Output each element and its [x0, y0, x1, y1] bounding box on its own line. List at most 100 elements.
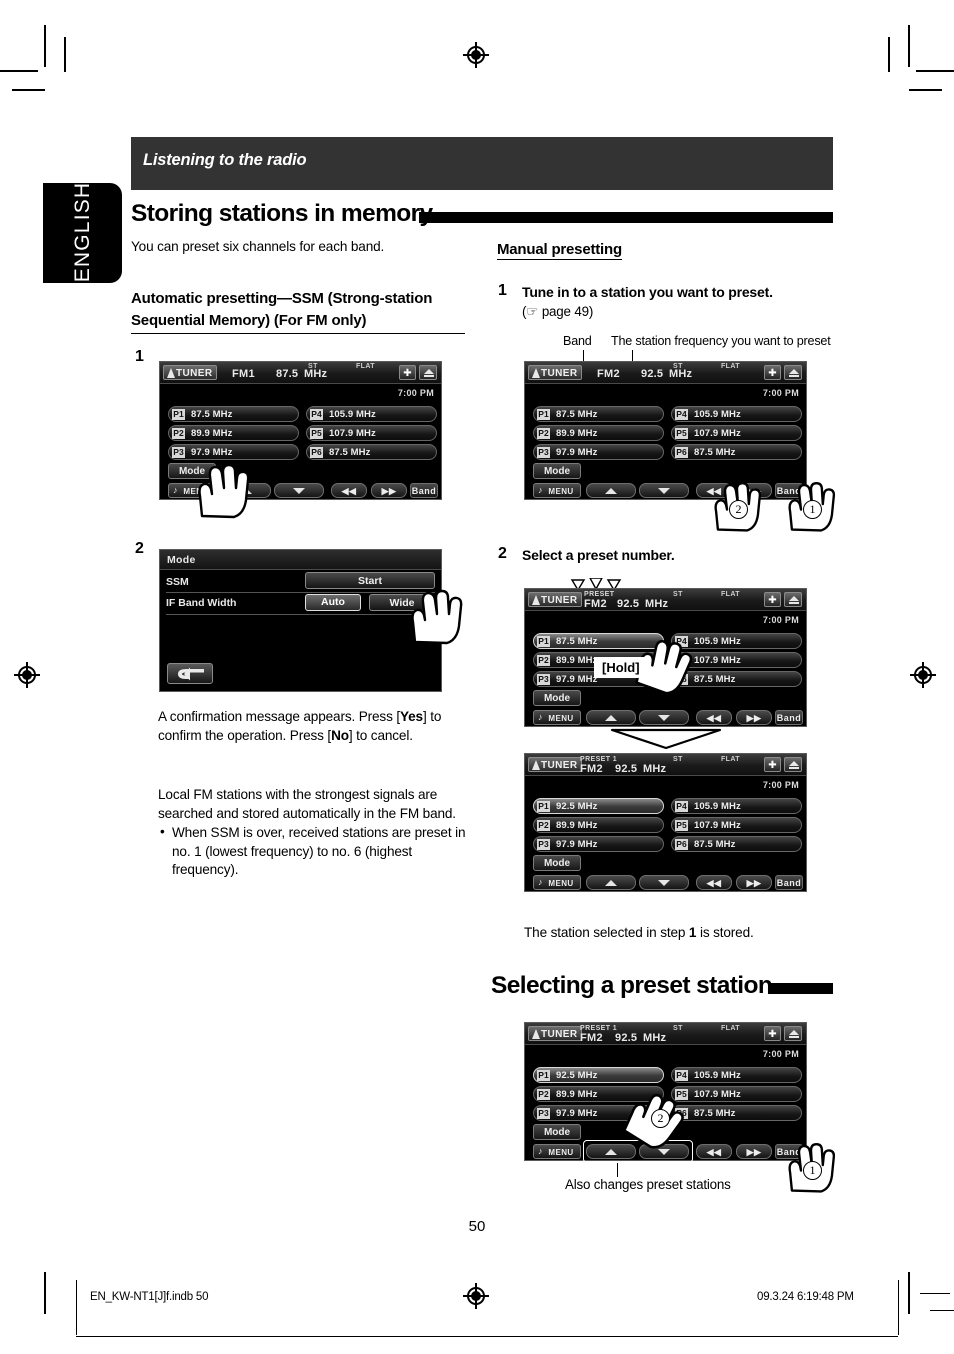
eject-icon[interactable]: [784, 592, 802, 607]
preset-button[interactable]: P5 107.9 MHz: [671, 1086, 802, 1102]
antenna-icon: [532, 368, 540, 378]
preset-button[interactable]: P4 105.9 MHz: [671, 1067, 802, 1083]
preset-down-button[interactable]: [639, 483, 689, 498]
up-triangle-icon: [605, 1148, 617, 1155]
preset-button[interactable]: P3 97.9 MHz: [533, 836, 664, 852]
confirmation-note-a: A confirmation message appears. Press [: [158, 709, 400, 724]
bluetooth-icon[interactable]: ✚: [764, 592, 781, 607]
clock-label: 7:00 PM: [762, 388, 799, 398]
preset-button[interactable]: P1 87.5 MHz: [533, 406, 664, 422]
seek-next-button[interactable]: ▶▶: [736, 710, 772, 725]
stereo-indicator: ST: [673, 363, 683, 370]
eject-icon[interactable]: [784, 1026, 802, 1041]
preset-button[interactable]: P6 87.5 MHz: [671, 1105, 802, 1121]
menu-button[interactable]: ♪ MENU: [533, 1144, 581, 1159]
callout-number-2: 2: [729, 500, 748, 519]
preset-up-button[interactable]: [586, 875, 636, 890]
preset-frequency: 107.9 MHz: [694, 820, 741, 831]
preset-button[interactable]: P6 87.5 MHz: [306, 444, 437, 460]
seek-next-button[interactable]: ▶▶: [371, 483, 407, 498]
seek-next-button[interactable]: ▶▶: [736, 1144, 772, 1159]
seek-next-button[interactable]: ▶▶: [736, 875, 772, 890]
preset-frequency: 87.5 MHz: [191, 409, 233, 420]
band-button[interactable]: Band: [775, 710, 803, 725]
source-badge[interactable]: TUNER: [528, 757, 583, 772]
equalizer-indicator: FLAT: [721, 756, 740, 763]
mode-button[interactable]: Mode: [533, 1124, 581, 1140]
preset-button[interactable]: P2 89.9 MHz: [533, 425, 664, 441]
subheading-automatic-presetting: Automatic presetting—SSM (Strong-station…: [131, 288, 465, 334]
band-button[interactable]: Band: [775, 875, 803, 890]
preset-frequency: 89.9 MHz: [556, 428, 598, 439]
mode-button[interactable]: Mode: [533, 690, 581, 706]
preset-button[interactable]: P1 92.5 MHz: [533, 798, 664, 814]
preset-tag: P4: [675, 801, 688, 812]
footer-timestamp: 09.3.24 6:19:48 PM: [757, 1291, 854, 1303]
menu-button[interactable]: ♪ MENU: [533, 710, 581, 725]
preset-button[interactable]: P6 87.5 MHz: [671, 444, 802, 460]
device-screen-manual-step2-hold: TUNER PRESET FM2 92.5 MHz ST FLAT ✚ 7:00…: [524, 588, 807, 727]
back-button[interactable]: [167, 663, 213, 684]
preset-button[interactable]: P4 105.9 MHz: [671, 406, 802, 422]
preset-up-button[interactable]: [586, 483, 636, 498]
music-note-icon: ♪: [538, 1146, 543, 1156]
preset-button[interactable]: P2 89.9 MHz: [533, 817, 664, 833]
preset-button[interactable]: P1 92.5 MHz: [533, 1067, 664, 1083]
seek-prev-button[interactable]: ◀◀: [696, 710, 732, 725]
preset-button[interactable]: P2 89.9 MHz: [168, 425, 299, 441]
source-label: TUNER: [541, 368, 578, 379]
eject-icon[interactable]: [784, 365, 802, 380]
frequency-unit: MHz: [645, 598, 669, 610]
bluetooth-icon[interactable]: ✚: [764, 757, 781, 772]
band-button[interactable]: Band: [410, 483, 438, 498]
band-label: FM2: [597, 368, 620, 380]
preset-button[interactable]: P5 107.9 MHz: [671, 817, 802, 833]
section-intro: You can preset six channels for each ban…: [131, 239, 385, 254]
preset-down-button[interactable]: [274, 483, 324, 498]
seek-prev-button[interactable]: ◀◀: [331, 483, 367, 498]
bluetooth-icon[interactable]: ✚: [764, 365, 781, 380]
preset-button[interactable]: P1 87.5 MHz: [168, 406, 299, 422]
crop-mark: [888, 37, 890, 72]
band-label: FM1: [232, 368, 255, 380]
source-badge[interactable]: TUNER: [528, 1026, 583, 1041]
preset-up-button[interactable]: [586, 710, 636, 725]
mode-button[interactable]: Mode: [533, 463, 581, 479]
preset-button[interactable]: P4 105.9 MHz: [306, 406, 437, 422]
preset-button[interactable]: P5 107.9 MHz: [671, 425, 802, 441]
mode-button[interactable]: Mode: [533, 855, 581, 871]
menu-button[interactable]: ♪ MENU: [533, 875, 581, 890]
preset-button[interactable]: P4 105.9 MHz: [671, 798, 802, 814]
subheading-manual-presetting: Manual presetting: [497, 241, 622, 260]
preset-tag: P1: [537, 801, 550, 812]
seek-prev-button[interactable]: ◀◀: [696, 875, 732, 890]
registration-mark: [14, 662, 40, 688]
frequency-unit: MHz: [643, 1032, 667, 1044]
preset-tag: P3: [537, 839, 550, 850]
device-status-bar: TUNER PRESET 1 FM2 92.5 MHz ST FLAT ✚: [525, 754, 806, 776]
preset-frequency: 89.9 MHz: [191, 428, 233, 439]
eject-icon[interactable]: [419, 365, 437, 380]
preset-button[interactable]: P6 87.5 MHz: [671, 836, 802, 852]
preset-tag: P2: [172, 428, 185, 439]
source-badge[interactable]: TUNER: [163, 365, 218, 380]
crop-mark: [12, 89, 45, 91]
preset-down-button[interactable]: [639, 875, 689, 890]
source-badge[interactable]: TUNER: [528, 592, 583, 607]
preset-button[interactable]: P5 107.9 MHz: [306, 425, 437, 441]
bluetooth-icon[interactable]: ✚: [764, 1026, 781, 1041]
stereo-indicator: ST: [308, 363, 318, 370]
eject-icon[interactable]: [784, 757, 802, 772]
step-number-manual-1: 1: [498, 282, 507, 299]
list-item: • When SSM is over, received stations ar…: [158, 824, 470, 880]
ref-page: page 49): [541, 304, 594, 319]
preset-button[interactable]: P3 97.9 MHz: [533, 444, 664, 460]
preset-frequency: 105.9 MHz: [329, 409, 376, 420]
preset-down-button[interactable]: [639, 710, 689, 725]
up-triangle-icon: [605, 714, 617, 721]
menu-button[interactable]: ♪ MENU: [533, 483, 581, 498]
seek-prev-button[interactable]: ◀◀: [696, 1144, 732, 1159]
source-badge[interactable]: TUNER: [528, 365, 583, 380]
if-band-width-auto-button[interactable]: Auto: [305, 594, 361, 611]
bluetooth-icon[interactable]: ✚: [399, 365, 416, 380]
